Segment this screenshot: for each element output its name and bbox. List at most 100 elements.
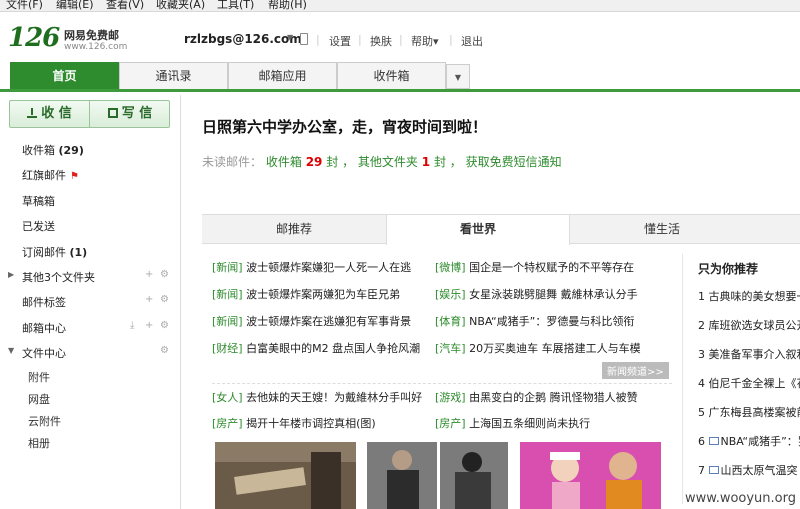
add-icon[interactable]: + xyxy=(145,269,153,280)
news-item[interactable]: [汽车] 20万买奥迪车 车展搭建工人与车模 xyxy=(435,340,647,356)
menu-file[interactable]: 文件(F) xyxy=(6,0,43,11)
inbox-link[interactable]: 收件箱 xyxy=(266,155,302,169)
news-category[interactable]: [新闻] xyxy=(212,288,243,301)
tab-mail-recommend[interactable]: 邮推荐 xyxy=(202,215,386,244)
write-button[interactable]: 写 信 xyxy=(90,101,170,127)
gear-icon[interactable]: ⚙ xyxy=(160,294,169,305)
user-menu-caret-icon[interactable]: ▼ xyxy=(287,33,293,42)
news-category[interactable]: [汽车] xyxy=(435,342,466,355)
news-title[interactable]: 20万买奥迪车 车展搭建工人与车模 xyxy=(469,342,641,355)
tab-world[interactable]: 看世界 xyxy=(386,215,570,245)
sidebar-item-inbox[interactable]: 收件箱 (29) xyxy=(22,142,84,158)
tab-contacts[interactable]: 通讯录 xyxy=(119,62,228,89)
logout-link[interactable]: 退出 xyxy=(461,33,483,49)
menu-edit[interactable]: 编辑(E) xyxy=(56,0,94,11)
news-title[interactable]: 波士顿爆炸案在逃嫌犯有军事背景 xyxy=(246,315,411,328)
add-icon[interactable]: + xyxy=(145,320,153,331)
recommend-item[interactable]: 7 山西太原气温突 xyxy=(698,462,800,478)
news-title[interactable]: 白富美眼中的M2 盘点国人争抢风潮 xyxy=(246,342,420,355)
news-category[interactable]: [房产] xyxy=(212,417,243,430)
menu-view[interactable]: 查看(V) xyxy=(106,0,144,11)
news-item[interactable]: [新闻] 波士顿爆炸案两嫌犯为车臣兄弟 xyxy=(212,286,424,302)
sidebar-item-albums[interactable]: 相册 xyxy=(28,435,50,451)
news-category[interactable]: [女人] xyxy=(212,391,243,404)
recommend-item[interactable]: 4 伯尼千金全裸上《花 xyxy=(698,375,800,391)
recommend-item[interactable]: 1 古典味的美女想要一 xyxy=(698,288,800,304)
sidebar-item-mail-tags[interactable]: 邮件标签 xyxy=(22,294,66,310)
news-title[interactable]: 由黑变白的企鹅 腾讯怪物猎人被赞 xyxy=(469,391,638,404)
news-category[interactable]: [新闻] xyxy=(212,315,243,328)
mobile-icon[interactable] xyxy=(300,33,308,45)
recommend-text[interactable]: 伯尼千金全裸上《花 xyxy=(709,377,800,390)
news-item[interactable]: [新闻] 波士顿爆炸案嫌犯一人死一人在逃 xyxy=(212,259,424,275)
news-title[interactable]: 上海国五条细则尚未执行 xyxy=(469,417,590,430)
sidebar-item-mail-center[interactable]: 邮箱中心 xyxy=(22,320,66,336)
gear-icon[interactable]: ⚙ xyxy=(160,345,169,356)
news-item[interactable]: [娱乐] 女星泳装跳劈腿舞 戴維林承认分手 xyxy=(435,286,647,302)
news-photo-crime-scene[interactable] xyxy=(215,442,356,509)
tab-life[interactable]: 懂生活 xyxy=(570,215,754,244)
tab-mail-apps[interactable]: 邮箱应用 xyxy=(228,62,337,89)
recommend-item[interactable]: 2 库班欲选女球员公开 xyxy=(698,317,800,333)
news-title[interactable]: 揭开十年楼市调控真相(图) xyxy=(246,417,376,430)
news-category[interactable]: [体育] xyxy=(435,315,466,328)
logo-number[interactable]: 126 xyxy=(8,23,60,53)
news-item[interactable]: [房产] 揭开十年楼市调控真相(图) xyxy=(212,415,424,431)
news-category[interactable]: [新闻] xyxy=(212,261,243,274)
menu-tools[interactable]: 工具(T) xyxy=(217,0,254,11)
recommend-text[interactable]: 山西太原气温突 xyxy=(721,464,798,477)
sidebar-item-drafts[interactable]: 草稿箱 xyxy=(22,193,55,209)
news-title[interactable]: 去他妹的天王嫂！为戴維林分手叫好 xyxy=(246,391,422,404)
news-item[interactable]: [女人] 去他妹的天王嫂！为戴維林分手叫好 xyxy=(212,389,424,405)
news-title[interactable]: 波士顿爆炸案嫌犯一人死一人在逃 xyxy=(246,261,411,274)
news-photo-entertainment[interactable] xyxy=(520,442,661,509)
news-category[interactable]: [财经] xyxy=(212,342,243,355)
recommend-item[interactable]: 3 美准备军事介入叙利 xyxy=(698,346,800,362)
tab-home[interactable]: 首页 xyxy=(10,62,119,89)
inbox-unread-count[interactable]: 29 xyxy=(306,155,323,169)
settings-link[interactable]: 设置 xyxy=(329,33,351,49)
news-item[interactable]: [游戏] 由黑变白的企鹅 腾讯怪物猎人被赞 xyxy=(435,389,647,405)
recommend-text[interactable]: 美准备军事介入叙利 xyxy=(709,348,800,361)
news-title[interactable]: 国企是一个特权赋予的不平等存在 xyxy=(469,261,634,274)
news-title[interactable]: 女星泳装跳劈腿舞 戴維林承认分手 xyxy=(469,288,638,301)
help-link[interactable]: 帮助▾ xyxy=(411,33,439,49)
sidebar-item-other-folders[interactable]: 其他3个文件夹 xyxy=(22,269,95,285)
menu-help[interactable]: 帮助(H) xyxy=(268,0,307,11)
tab-inbox[interactable]: 收件箱 xyxy=(337,62,446,89)
recommend-text[interactable]: 库班欲选女球员公开 xyxy=(709,319,800,332)
download-icon[interactable]: ⤓ xyxy=(130,320,134,331)
other-folders-link[interactable]: 其他文件夹 xyxy=(358,155,418,169)
expand-arrow-icon[interactable]: ▶ xyxy=(8,270,14,279)
user-email[interactable]: rzlzbgs@126.com xyxy=(184,32,302,46)
sidebar-item-netdisk[interactable]: 网盘 xyxy=(28,391,50,407)
news-item[interactable]: [财经] 白富美眼中的M2 盘点国人争抢风潮 xyxy=(212,340,424,356)
sidebar-item-sent[interactable]: 已发送 xyxy=(22,218,55,234)
recommend-text[interactable]: 古典味的美女想要一 xyxy=(709,290,800,303)
sidebar-item-subscriptions[interactable]: 订阅邮件 (1) xyxy=(22,244,87,260)
news-photo-suspects[interactable] xyxy=(367,442,508,509)
gear-icon[interactable]: ⚙ xyxy=(160,269,169,280)
sidebar-item-flagged[interactable]: 红旗邮件 ⚑ xyxy=(22,167,79,183)
recommend-text[interactable]: NBA“咸猪手”：罗 xyxy=(721,435,800,448)
collapse-arrow-icon[interactable]: ▼ xyxy=(8,346,14,355)
menu-favorites[interactable]: 收藏夹(A) xyxy=(156,0,205,11)
skin-link[interactable]: 换肤 xyxy=(370,33,392,49)
news-title[interactable]: 波士顿爆炸案两嫌犯为车臣兄弟 xyxy=(246,288,400,301)
sms-notification-link[interactable]: 获取免费短信通知 xyxy=(466,155,562,169)
sidebar-item-file-center[interactable]: 文件中心 xyxy=(22,345,66,361)
news-category[interactable]: [房产] xyxy=(435,417,466,430)
news-category[interactable]: [娱乐] xyxy=(435,288,466,301)
tab-dropdown-chevron-icon[interactable]: ▼ xyxy=(446,64,470,89)
recommend-text[interactable]: 广东梅县高楼案被前 xyxy=(709,406,800,419)
add-icon[interactable]: + xyxy=(145,294,153,305)
sidebar-item-attachments[interactable]: 附件 xyxy=(28,369,50,385)
sidebar-item-cloud-attachments[interactable]: 云附件 xyxy=(28,413,61,429)
news-item[interactable]: [体育] NBA“咸猪手”：罗德曼与科比领衔 xyxy=(435,313,647,329)
news-category[interactable]: [微博] xyxy=(435,261,466,274)
news-category[interactable]: [游戏] xyxy=(435,391,466,404)
news-item[interactable]: [房产] 上海国五条细则尚未执行 xyxy=(435,415,647,431)
receive-button[interactable]: 收 信 xyxy=(10,101,90,127)
other-unread-count[interactable]: 1 xyxy=(422,155,430,169)
news-channel-link[interactable]: 新闻频道>> xyxy=(602,362,669,379)
